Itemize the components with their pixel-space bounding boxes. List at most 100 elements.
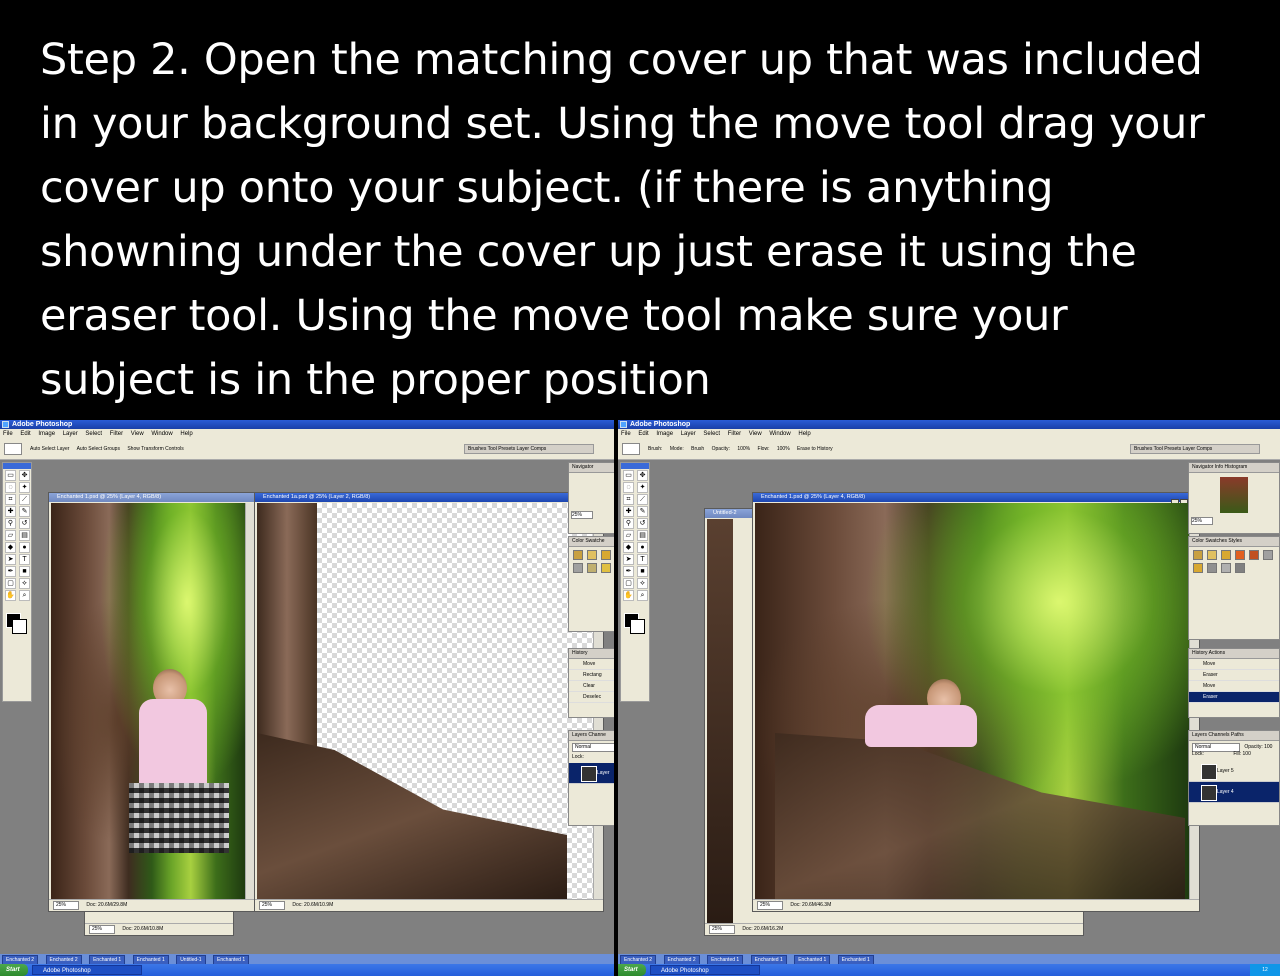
styles-panel[interactable]: Color Swatches Styles xyxy=(1188,536,1280,640)
style-swatch[interactable] xyxy=(587,563,597,573)
color-swatches[interactable] xyxy=(624,613,645,634)
notes-tool-icon[interactable]: ▢ xyxy=(5,578,16,589)
dodge-tool-icon[interactable]: ● xyxy=(19,542,30,553)
gradient-tool-icon[interactable]: ▤ xyxy=(637,530,648,541)
blend-mode-select[interactable]: Normal xyxy=(572,743,614,752)
minimized-doc[interactable]: Enchanted 1 xyxy=(750,955,787,964)
shape-tool-icon[interactable]: ■ xyxy=(637,566,648,577)
tool-preset-picker[interactable] xyxy=(4,443,22,455)
history-tab[interactable]: History Actions xyxy=(1189,649,1279,659)
history-panel[interactable]: History Actions Move Eraser Move Eraser xyxy=(1188,648,1280,718)
style-swatch[interactable] xyxy=(1235,550,1245,560)
menu-layer[interactable]: Layer xyxy=(63,431,78,437)
lasso-tool-icon[interactable]: ◌ xyxy=(623,482,634,493)
document-window-enchanted-1[interactable]: Enchanted 1.psd @ 25% (Layer 4, RGB/8) 2… xyxy=(48,492,256,912)
erase-to-history-checkbox[interactable]: Erase to History xyxy=(797,446,833,452)
navigator-tab[interactable]: Navigator Info Histogram xyxy=(1189,463,1279,473)
image-canvas[interactable] xyxy=(51,503,245,899)
layer-row-selected[interactable]: Layer 4 xyxy=(1189,782,1279,803)
color-swatches[interactable] xyxy=(6,613,27,634)
taskbar-photoshop[interactable]: Adobe Photoshop xyxy=(32,965,142,975)
history-item[interactable]: Deselec xyxy=(569,692,614,703)
type-tool-icon[interactable]: T xyxy=(19,554,30,565)
stamp-tool-icon[interactable]: ⚲ xyxy=(5,518,16,529)
minimized-doc[interactable]: Enchanted 1 xyxy=(132,955,169,964)
style-swatch[interactable] xyxy=(1193,550,1203,560)
start-button[interactable]: Start xyxy=(618,964,646,976)
eyedropper-tool-icon[interactable]: ⟡ xyxy=(19,578,30,589)
zoom-tool-icon[interactable]: ⌕ xyxy=(19,590,30,601)
menu-edit[interactable]: Edit xyxy=(20,431,30,437)
history-panel[interactable]: History Move Rectang Clear Deselec xyxy=(568,648,614,718)
brush-tool-icon[interactable]: ✎ xyxy=(637,506,648,517)
menu-layer[interactable]: Layer xyxy=(681,431,696,437)
layers-panel[interactable]: Layers Channels Paths Normal Opacity: 10… xyxy=(1188,730,1280,826)
navigator-panel[interactable]: Navigator 25% xyxy=(568,462,614,534)
document-window-enchanted-1[interactable]: Enchanted 1.psd @ 25% (Layer 4, RGB/8) 2… xyxy=(752,492,1200,912)
fill-field[interactable]: Fill: 100 xyxy=(1233,751,1251,757)
minimized-doc[interactable]: Enchanted 2 xyxy=(663,955,700,964)
menu-file[interactable]: File xyxy=(621,431,631,437)
menu-view[interactable]: View xyxy=(131,431,144,437)
menu-image[interactable]: Image xyxy=(656,431,673,437)
style-swatch[interactable] xyxy=(573,550,583,560)
zoom-field[interactable]: 25% xyxy=(259,901,285,910)
image-canvas[interactable] xyxy=(755,503,1189,899)
navigator-thumbnail[interactable] xyxy=(1220,477,1248,513)
style-swatch[interactable] xyxy=(573,563,583,573)
palette-well[interactable]: Brushes Tool Presets Layer Comps xyxy=(1130,444,1260,454)
slice-tool-icon[interactable]: ⟋ xyxy=(637,494,648,505)
opacity-field[interactable]: Opacity: 100 xyxy=(1244,744,1272,750)
zoom-field[interactable]: 25% xyxy=(89,925,115,934)
flow-field[interactable]: 100% xyxy=(777,446,790,452)
history-item[interactable]: Move xyxy=(1189,659,1279,670)
style-swatch[interactable] xyxy=(601,550,611,560)
auto-select-groups-checkbox[interactable]: Auto Select Groups xyxy=(77,446,120,452)
stamp-tool-icon[interactable]: ⚲ xyxy=(623,518,634,529)
mode-select[interactable]: Brush xyxy=(691,446,704,452)
notes-tool-icon[interactable]: ▢ xyxy=(623,578,634,589)
zoom-field[interactable]: 25% xyxy=(709,925,735,934)
history-item[interactable]: Rectang xyxy=(569,670,614,681)
menu-select[interactable]: Select xyxy=(85,431,102,437)
marquee-tool-icon[interactable]: ▭ xyxy=(623,470,634,481)
blur-tool-icon[interactable]: ◆ xyxy=(5,542,16,553)
layers-panel[interactable]: Layers Channe Normal Lock: Layer xyxy=(568,730,614,826)
color-tabs[interactable]: Color Swatches Styles xyxy=(1189,537,1279,547)
menu-file[interactable]: File xyxy=(3,431,13,437)
zoom-field[interactable]: 25% xyxy=(757,901,783,910)
zoom-tool-icon[interactable]: ⌕ xyxy=(637,590,648,601)
minimized-doc[interactable]: Enchanted 2 xyxy=(45,955,82,964)
history-tab[interactable]: History xyxy=(569,649,614,659)
crop-tool-icon[interactable]: ⌗ xyxy=(623,494,634,505)
brush-tool-icon[interactable]: ✎ xyxy=(19,506,30,517)
minimized-doc[interactable]: Enchanted 1 xyxy=(837,955,874,964)
minimized-doc[interactable]: Enchanted 2 xyxy=(620,955,657,964)
menu-window[interactable]: Window xyxy=(151,431,172,437)
healing-tool-icon[interactable]: ✚ xyxy=(5,506,16,517)
zoom-field[interactable]: 25% xyxy=(53,901,79,910)
crop-tool-icon[interactable]: ⌗ xyxy=(5,494,16,505)
menu-help[interactable]: Help xyxy=(180,431,192,437)
minimized-doc[interactable]: Enchanted 1 xyxy=(213,955,250,964)
menu-image[interactable]: Image xyxy=(38,431,55,437)
history-item[interactable]: Clear xyxy=(569,681,614,692)
history-brush-icon[interactable]: ↺ xyxy=(19,518,30,529)
start-button[interactable]: Start xyxy=(0,964,28,976)
menu-edit[interactable]: Edit xyxy=(638,431,648,437)
history-item-selected[interactable]: Eraser xyxy=(1189,692,1279,703)
background-color[interactable] xyxy=(630,619,645,634)
auto-select-layer-checkbox[interactable]: Auto Select Layer xyxy=(30,446,69,452)
navigator-zoom[interactable]: 25% xyxy=(1191,517,1213,525)
move-tool-icon[interactable]: ✥ xyxy=(637,470,648,481)
style-swatch[interactable] xyxy=(1263,550,1273,560)
minimized-doc[interactable]: Enchanted 2 xyxy=(2,955,39,964)
eyedropper-tool-icon[interactable]: ⟡ xyxy=(637,578,648,589)
style-swatch[interactable] xyxy=(587,550,597,560)
minimized-doc[interactable]: Enchanted 1 xyxy=(89,955,126,964)
menu-filter[interactable]: Filter xyxy=(110,431,123,437)
layer-row[interactable]: Layer 5 xyxy=(1189,761,1279,782)
menu-help[interactable]: Help xyxy=(798,431,810,437)
menu-window[interactable]: Window xyxy=(769,431,790,437)
pen-tool-icon[interactable]: ✒ xyxy=(623,566,634,577)
